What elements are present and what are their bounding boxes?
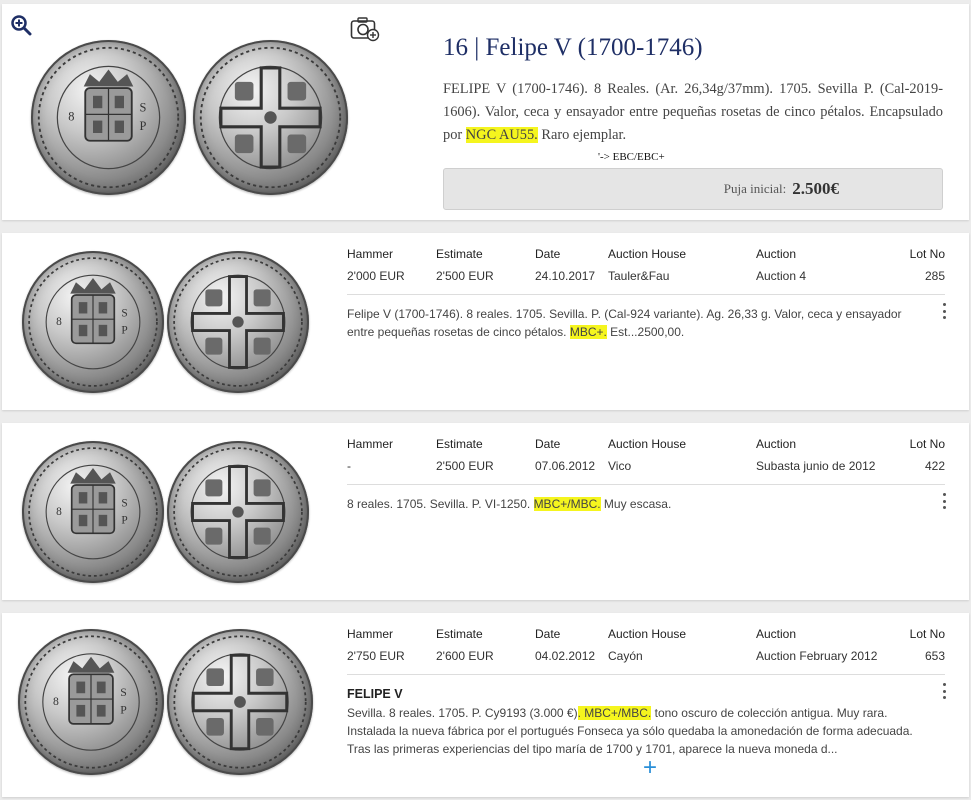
col-auction-house: Auction House [608,247,687,261]
auction-result-card: Hammer Estimate Date Auction House Aucti… [2,423,969,600]
auction-house-value: Vico [608,459,632,473]
date-value: 24.10.2017 [535,269,596,283]
estimate-value: 2'500 EUR [436,269,494,283]
col-estimate: Estimate [436,437,483,451]
result-description: 8 reales. 1705. Sevilla. P. VI-1250. MBC… [347,495,922,513]
result-table: Hammer Estimate Date Auction House Aucti… [347,627,945,671]
col-estimate: Estimate [436,247,483,261]
starting-bid-label: Puja inicial: [723,181,787,196]
auction-value: Subasta junio de 2012 [756,459,876,473]
result-table: Hammer Estimate Date Auction House Aucti… [347,437,945,481]
more-options-icon[interactable] [941,303,947,319]
hammer-value: 2'000 EUR [347,269,405,283]
auction-result-card: Hammer Estimate Date Auction House Aucti… [2,613,969,797]
table-row: - 2'500 EUR 07.06.2012 Vico Subasta juni… [347,459,945,481]
camera-icon[interactable] [350,16,380,42]
coin-obverse-image[interactable] [22,251,164,393]
auction-house-value: Tauler&Fau [608,269,670,283]
grade-highlight: . MBC+/MBC. [577,706,652,720]
coin-obverse-image[interactable] [31,40,186,195]
coin-reverse-image[interactable] [167,629,313,775]
estimate-value: 2'600 EUR [436,649,494,663]
divider [347,294,945,295]
expand-plus-icon[interactable]: + [640,756,660,780]
coin-obverse-image[interactable] [18,629,164,775]
col-lot-no: Lot No [909,247,945,261]
more-options-icon[interactable] [941,493,947,509]
lot-no-value: 422 [924,459,945,473]
result-description: FELIPE V Sevilla. 8 reales. 1705. P. Cy9… [347,685,922,758]
divider [347,484,945,485]
lot-no-value: 653 [924,649,945,663]
col-hammer: Hammer [347,247,394,261]
col-auction-house: Auction House [608,437,687,451]
auction-value: Auction 4 [756,269,807,283]
starting-bid-value: 2.500€ [792,179,839,198]
table-row: 2'750 EUR 2'600 EUR 04.02.2012 Cayón Auc… [347,649,945,671]
col-auction: Auction [756,247,797,261]
auction-value: Auction February 2012 [756,649,878,663]
auction-result-card: Hammer Estimate Date Auction House Aucti… [2,233,969,410]
col-date: Date [535,627,561,641]
date-value: 07.06.2012 [535,459,596,473]
result-title: FELIPE V [347,687,403,701]
col-auction-house: Auction House [608,627,687,641]
result-description: Felipe V (1700-1746). 8 reales. 1705. Se… [347,305,922,341]
zoom-in-icon[interactable] [10,14,32,36]
grade-highlight: MBC+. [569,325,607,339]
more-options-icon[interactable] [941,683,947,699]
lot-card: 16 | Felipe V (1700-1746) FELIPE V (1700… [2,4,969,220]
table-header-row: Hammer Estimate Date Auction House Aucti… [347,437,945,459]
auction-house-value: Cayón [608,649,643,663]
grade-annotation: '-> EBC/EBC+ [598,151,665,163]
result-description-text: Sevilla. 8 reales. 1705. P. Cy9193 (3.00… [347,706,578,720]
table-header-row: Hammer Estimate Date Auction House Aucti… [347,247,945,269]
col-estimate: Estimate [436,627,483,641]
date-value: 04.02.2012 [535,649,596,663]
table-header-row: Hammer Estimate Date Auction House Aucti… [347,627,945,649]
result-description-end: Est...2500,00. [606,325,685,339]
col-date: Date [535,437,561,451]
col-auction: Auction [756,437,797,451]
col-lot-no: Lot No [909,437,945,451]
lot-description: FELIPE V (1700-1746). 8 Reales. (Ar. 26,… [443,78,943,147]
lot-no-value: 285 [924,269,945,283]
starting-bid-box: Puja inicial: 2.500€ [443,168,943,210]
col-hammer: Hammer [347,627,394,641]
lot-description-end: Raro ejemplar. [537,127,627,143]
result-description-text: 8 reales. 1705. Sevilla. P. VI-1250. [347,497,534,511]
col-date: Date [535,247,561,261]
lot-title: 16 | Felipe V (1700-1746) [443,34,703,61]
coin-reverse-image[interactable] [167,251,309,393]
col-hammer: Hammer [347,437,394,451]
col-auction: Auction [756,627,797,641]
result-table: Hammer Estimate Date Auction House Aucti… [347,247,945,291]
grade-highlight: NGC AU55. [465,127,538,143]
coin-obverse-image[interactable] [22,441,164,583]
col-lot-no: Lot No [909,627,945,641]
coin-reverse-image[interactable] [167,441,309,583]
estimate-value: 2'500 EUR [436,459,494,473]
result-description-end: Muy escasa. [600,497,672,511]
grade-highlight: MBC+/MBC. [533,497,601,511]
hammer-value: - [347,459,351,473]
divider [347,674,945,675]
coin-reverse-image[interactable] [193,40,348,195]
hammer-value: 2'750 EUR [347,649,405,663]
table-row: 2'000 EUR 2'500 EUR 24.10.2017 Tauler&Fa… [347,269,945,291]
